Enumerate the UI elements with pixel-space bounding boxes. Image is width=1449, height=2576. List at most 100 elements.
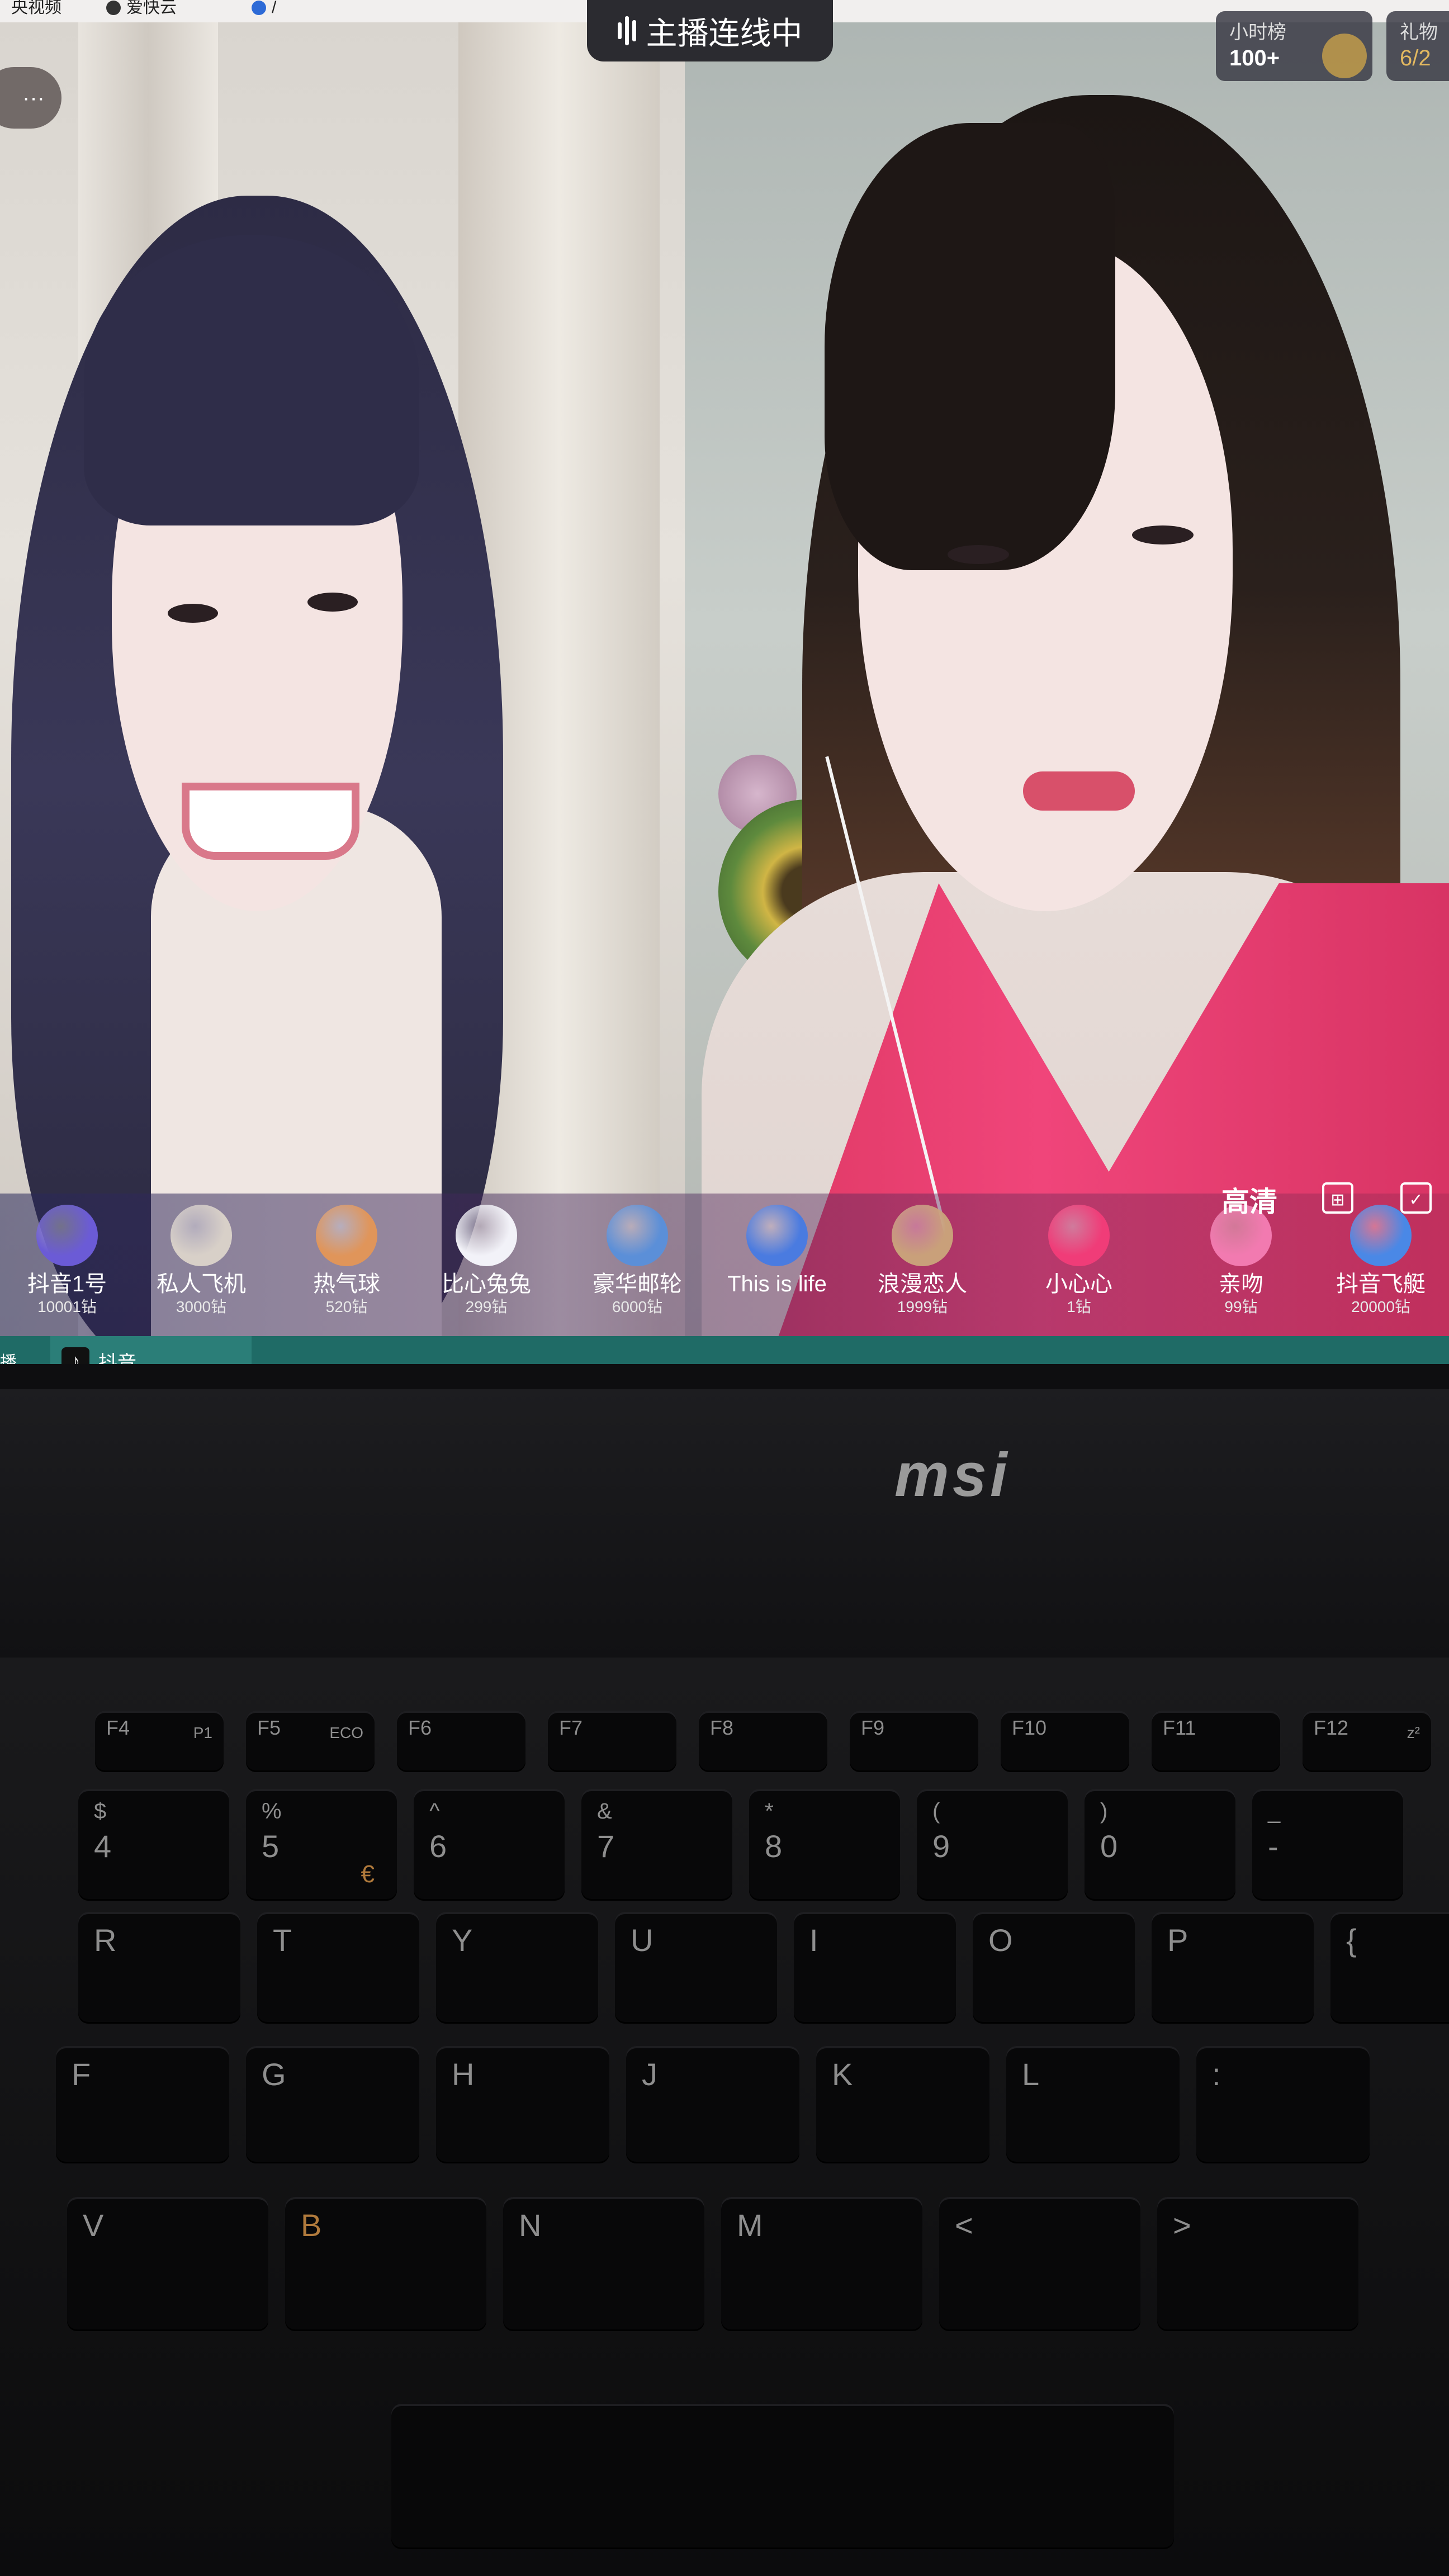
key-label: 6: [429, 1829, 447, 1864]
tab-label: /: [272, 0, 277, 17]
right-streamer-video[interactable]: [685, 22, 1449, 1364]
key-v[interactable]: V: [67, 2197, 268, 2331]
key-g[interactable]: G: [246, 2046, 419, 2163]
key-t[interactable]: T: [257, 1912, 419, 2024]
side-hair: [825, 123, 1115, 570]
key-label: L: [1022, 2057, 1040, 2092]
laptop-bezel: [0, 1389, 1449, 1658]
key--[interactable]: _ -: [1252, 1789, 1403, 1901]
gift-name: 热气球: [313, 1272, 380, 1296]
gift-icon: [746, 1205, 808, 1266]
key-y[interactable]: Y: [436, 1912, 598, 2024]
key-f11[interactable]: F11: [1152, 1711, 1280, 1772]
key-label: I: [809, 1922, 818, 1958]
quality-selector[interactable]: 高清: [1221, 1180, 1277, 1220]
tab-yangshipin[interactable]: 央视频: [11, 0, 61, 19]
key-label: V: [83, 2208, 104, 2243]
key-label: B: [301, 2208, 322, 2243]
key-:[interactable]: :: [1196, 2046, 1370, 2163]
tab-aikuaiyun[interactable]: 爱快云: [106, 0, 177, 19]
key-f5[interactable]: F5 ECO: [246, 1711, 375, 1772]
gift-name: 浪漫恋人: [878, 1272, 967, 1296]
live-connection-badge: 主播连线中: [587, 0, 833, 61]
key-4[interactable]: $4: [78, 1789, 229, 1901]
key-u[interactable]: U: [615, 1912, 777, 2024]
more-menu-button[interactable]: ···: [0, 67, 61, 129]
key-f6[interactable]: F6: [397, 1711, 525, 1772]
eye: [307, 593, 358, 612]
key-label: F8: [710, 1716, 734, 1739]
taskbar: 播. ♪ 抖音: [0, 1336, 1449, 1364]
key-0[interactable]: ) 0: [1085, 1789, 1235, 1901]
key-{[interactable]: {: [1330, 1912, 1449, 2024]
key-j[interactable]: J: [626, 2046, 799, 2163]
key-label: O: [988, 1922, 1013, 1958]
key-f9[interactable]: F9: [850, 1711, 978, 1772]
gift-price: 520钻: [325, 1298, 368, 1315]
key-m[interactable]: M: [721, 2197, 922, 2331]
key-7[interactable]: & 7: [581, 1789, 732, 1901]
key-9[interactable]: (9: [917, 1789, 1068, 1901]
key-n[interactable]: N: [503, 2197, 704, 2331]
taskbar-app-douyin[interactable]: ♪ 抖音: [50, 1336, 252, 1364]
key-shift-label: _: [1268, 1799, 1281, 1824]
key-shift-label: (: [932, 1799, 940, 1824]
gift-icon: [171, 1205, 232, 1266]
key-b[interactable]: B: [285, 2197, 486, 2331]
left-streamer-video[interactable]: [0, 22, 685, 1364]
key-shift-label: ^: [429, 1799, 440, 1824]
gift-stat-card[interactable]: 礼物 6/2: [1386, 11, 1449, 81]
key-label: >: [1173, 2208, 1191, 2243]
key-h[interactable]: H: [436, 2046, 609, 2163]
key-f7[interactable]: F7: [548, 1711, 676, 1772]
key-label: F12: [1314, 1716, 1349, 1739]
key-label: J: [642, 2057, 657, 2092]
key-f10[interactable]: F10: [1001, 1711, 1129, 1772]
hourly-rank-card[interactable]: 小时榜 100+: [1216, 11, 1372, 81]
key-f[interactable]: F: [56, 2046, 229, 2163]
key-space[interactable]: [391, 2404, 1174, 2549]
key-o[interactable]: O: [973, 1912, 1135, 2024]
key->[interactable]: >: [1157, 2197, 1358, 2331]
settings-check-icon[interactable]: ✓: [1400, 1182, 1432, 1214]
gift-stat-value: 6/2: [1400, 46, 1431, 70]
more-dots-icon: ···: [22, 86, 45, 110]
key-label: F11: [1163, 1716, 1196, 1739]
gift-price: 6000钻: [612, 1298, 663, 1315]
audio-bars-icon: [617, 16, 636, 45]
key-f4[interactable]: F4 P1: [95, 1711, 224, 1772]
gift-price: 1999钻: [897, 1298, 948, 1315]
taskbar-left-label[interactable]: 播.: [0, 1342, 34, 1364]
eye: [168, 604, 218, 623]
key-5[interactable]: % 5 €: [246, 1789, 397, 1901]
gift-icon: [36, 1205, 98, 1266]
key-i[interactable]: I: [794, 1912, 956, 2024]
key-label: <: [955, 2208, 973, 2243]
key-label: K: [832, 2057, 853, 2092]
key-l[interactable]: L: [1006, 2046, 1180, 2163]
key-p[interactable]: P: [1152, 1912, 1314, 2024]
key-8[interactable]: * 8: [749, 1789, 900, 1901]
key-f12[interactable]: F12 z²: [1303, 1711, 1431, 1772]
key-f8[interactable]: F8: [699, 1711, 827, 1772]
quality-label: 高清: [1221, 1186, 1277, 1218]
taskbar-app-label: 抖音: [98, 1352, 136, 1364]
bangs: [84, 235, 419, 525]
screen-mode-icon[interactable]: ⊞: [1322, 1182, 1353, 1214]
key-label: 4: [94, 1829, 112, 1864]
key-label: N: [519, 2208, 542, 2243]
gift-name: 小心心: [1045, 1272, 1112, 1296]
key-label: T: [273, 1922, 292, 1958]
gift-price: 1钻: [1067, 1298, 1091, 1315]
key-label: U: [631, 1922, 654, 1958]
tab-other[interactable]: /: [252, 0, 276, 19]
key-label: M: [737, 2208, 763, 2243]
key-k[interactable]: K: [816, 2046, 989, 2163]
live-badge-label: 主播连线中: [646, 15, 803, 51]
key-shift-label: &: [597, 1799, 612, 1824]
gift-name: 豪华邮轮: [593, 1272, 682, 1296]
key-<[interactable]: <: [939, 2197, 1140, 2331]
key-6[interactable]: ^ 6: [414, 1789, 565, 1901]
key-r[interactable]: R: [78, 1912, 240, 2024]
lips: [1023, 771, 1135, 811]
